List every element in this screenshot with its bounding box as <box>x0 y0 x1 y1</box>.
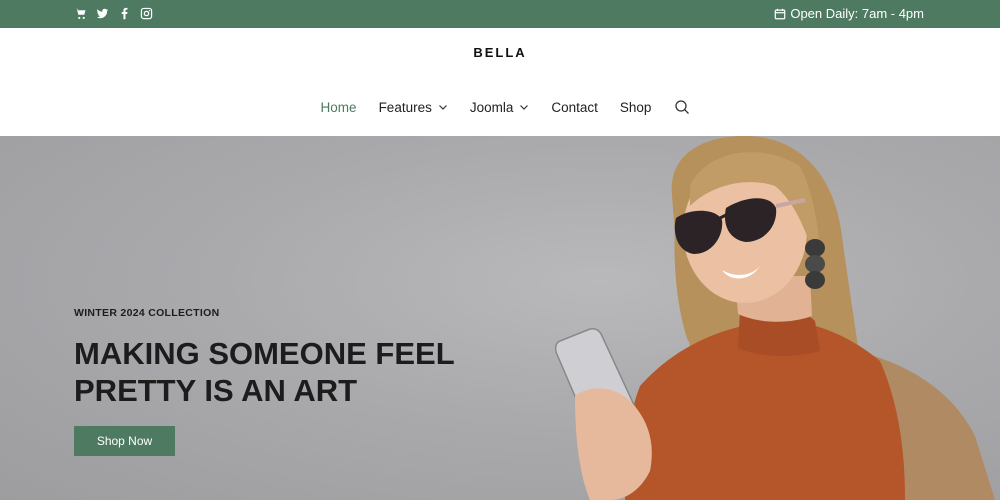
nav-item-label: Contact <box>551 99 598 115</box>
twitter-icon[interactable] <box>95 6 109 20</box>
hero-eyebrow: WINTER 2024 COLLECTION <box>74 307 220 319</box>
cart-icon[interactable] <box>73 6 87 20</box>
nav-item-label: Joomla <box>469 99 514 115</box>
calendar-icon <box>775 8 786 19</box>
shop-now-button[interactable]: Shop Now <box>74 426 175 456</box>
nav-item-label: Features <box>378 99 432 115</box>
social-links <box>73 6 153 20</box>
nav-item-contact[interactable]: Contact <box>551 98 598 116</box>
nav-item-home[interactable]: Home <box>321 98 357 116</box>
hero-headline-line-1: MAKING SOMEONE FEEL <box>74 336 455 371</box>
site-header: BELLA Home Features Joomla Contact Shop <box>0 28 1000 136</box>
site-logo[interactable]: BELLA <box>0 45 1000 60</box>
hours-text: Open Daily: 7am - 4pm <box>790 6 924 21</box>
nav-item-joomla[interactable]: Joomla <box>470 98 530 116</box>
hero-text: WINTER 2024 COLLECTION MAKING SOMEONE FE… <box>74 307 514 409</box>
facebook-icon[interactable] <box>117 6 131 20</box>
opening-hours: Open Daily: 7am - 4pm <box>774 6 924 21</box>
nav-item-label: Shop <box>619 99 652 115</box>
nav-item-features[interactable]: Features <box>379 98 448 116</box>
chevron-down-icon <box>438 105 447 110</box>
chevron-down-icon <box>520 105 529 110</box>
top-bar: Open Daily: 7am - 4pm <box>0 0 1000 28</box>
search-icon[interactable] <box>674 99 690 115</box>
main-nav: Home Features Joomla Contact Shop <box>0 98 1000 116</box>
hero-banner: WINTER 2024 COLLECTION MAKING SOMEONE FE… <box>0 136 1000 500</box>
nav-item-shop[interactable]: Shop <box>620 98 652 116</box>
nav-item-label: Home <box>320 99 357 115</box>
hero-headline: MAKING SOMEONE FEEL PRETTY IS AN ART <box>74 335 514 409</box>
hero-headline-line-2: PRETTY IS AN ART <box>74 373 358 408</box>
instagram-icon[interactable] <box>139 6 153 20</box>
